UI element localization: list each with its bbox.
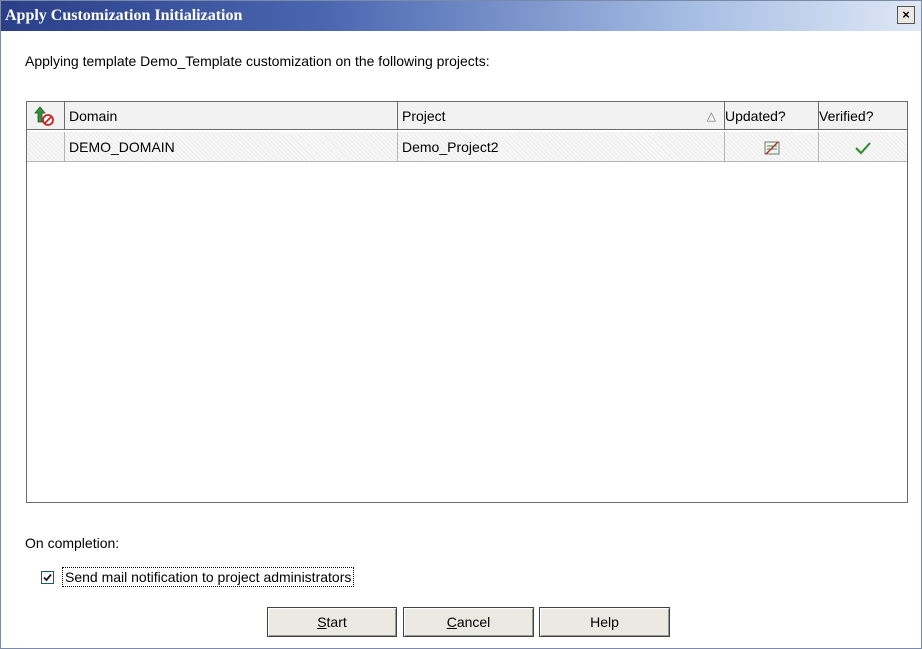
grid-header: Domain Project △ Updated? Verified? bbox=[27, 102, 907, 132]
status-column-header[interactable] bbox=[27, 102, 65, 130]
verified-cell bbox=[819, 132, 907, 162]
title-bar[interactable]: Apply Customization Initialization × bbox=[1, 1, 921, 31]
project-cell: Demo_Project2 bbox=[398, 132, 725, 162]
send-mail-option[interactable]: Send mail notification to project admini… bbox=[41, 567, 355, 587]
status-column-icon bbox=[34, 106, 54, 126]
dialog-window: Apply Customization Initialization × App… bbox=[0, 0, 922, 649]
cancel-button[interactable]: Cancel bbox=[403, 607, 534, 637]
close-icon: × bbox=[902, 7, 910, 22]
domain-cell: DEMO_DOMAIN bbox=[65, 132, 398, 162]
completion-label: On completion: bbox=[25, 535, 120, 551]
row-status-cell bbox=[27, 132, 65, 162]
updated-column-header[interactable]: Updated? bbox=[725, 102, 819, 130]
send-mail-label[interactable]: Send mail notification to project admini… bbox=[62, 567, 355, 587]
checkbox-check-icon bbox=[43, 573, 52, 581]
verified-column-header[interactable]: Verified? bbox=[819, 102, 907, 130]
help-button[interactable]: Help bbox=[539, 607, 670, 637]
start-label: tart bbox=[326, 614, 347, 630]
cancel-label: ancel bbox=[456, 614, 491, 630]
start-mnemonic: S bbox=[317, 614, 327, 630]
sort-ascending-icon: △ bbox=[706, 109, 716, 123]
projects-grid: Domain Project △ Updated? Verified? DEMO… bbox=[26, 101, 908, 503]
dialog-title: Apply Customization Initialization bbox=[5, 7, 243, 24]
table-row[interactable]: DEMO_DOMAIN Demo_Project2 bbox=[27, 132, 907, 162]
checkmark-icon bbox=[855, 142, 871, 155]
domain-column-header[interactable]: Domain bbox=[65, 102, 398, 130]
send-mail-checkbox[interactable] bbox=[41, 570, 54, 584]
not-updated-icon bbox=[764, 141, 779, 155]
close-button[interactable]: × bbox=[897, 6, 915, 24]
cancel-mnemonic: C bbox=[446, 614, 457, 630]
start-button[interactable]: Start bbox=[267, 607, 397, 637]
updated-cell bbox=[725, 132, 819, 162]
project-column-label: Project bbox=[402, 108, 446, 124]
intro-text: Applying template Demo_Template customiz… bbox=[25, 53, 490, 69]
project-column-header[interactable]: Project △ bbox=[398, 102, 725, 130]
